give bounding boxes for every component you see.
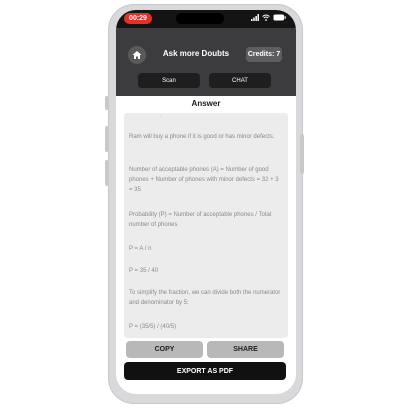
phone-power-button xyxy=(300,134,304,174)
answer-paragraph: To simplify the fraction, we can divide … xyxy=(129,290,281,306)
home-icon xyxy=(132,51,142,59)
tab-scan[interactable]: Scan xyxy=(138,73,200,88)
battery-icon xyxy=(273,14,286,21)
status-icons xyxy=(251,14,286,21)
phone-volume-up-button xyxy=(105,126,109,152)
tab-chat[interactable]: CHAT xyxy=(209,73,271,88)
answer-paragraph: P = (35/5) / (40/5) xyxy=(129,324,177,330)
scroll-dot: · xyxy=(160,113,162,119)
answer-paragraph: Number of acceptable phones (A) = Number… xyxy=(129,167,279,193)
copy-button[interactable]: COPY xyxy=(126,341,203,358)
share-button[interactable]: SHARE xyxy=(207,341,284,358)
app-header: Ask more Doubts Credits: 7 Scan CHAT xyxy=(116,28,296,96)
signal-icon xyxy=(251,14,259,21)
answer-paragraph: Probability (P) = Number of acceptable p… xyxy=(129,212,272,228)
export-pdf-button[interactable]: EXPORT AS PDF xyxy=(124,362,286,380)
status-time: 00:29 xyxy=(124,13,152,24)
phone-screen: 00:29 Ask more Doubts Credits: 7 Scan CH… xyxy=(116,10,296,394)
phone-volume-down-button xyxy=(105,160,109,186)
wifi-icon xyxy=(262,14,270,21)
home-button[interactable] xyxy=(128,46,146,64)
answer-paragraph: P = 35 / 40 xyxy=(129,268,159,274)
page-title: Ask more Doubts xyxy=(162,49,230,58)
answer-card: · Ram will buy a phone if it is good or … xyxy=(124,113,288,338)
answer-paragraph: Ram will buy a phone if it is good or ha… xyxy=(129,134,275,140)
phone-side-button xyxy=(105,96,109,110)
status-bar: 00:29 xyxy=(116,10,296,28)
answer-paragraph: P = A / n xyxy=(129,246,152,252)
credits-badge[interactable]: Credits: 7 xyxy=(246,47,282,62)
dynamic-island xyxy=(176,13,224,24)
answer-heading: Answer xyxy=(191,99,221,108)
